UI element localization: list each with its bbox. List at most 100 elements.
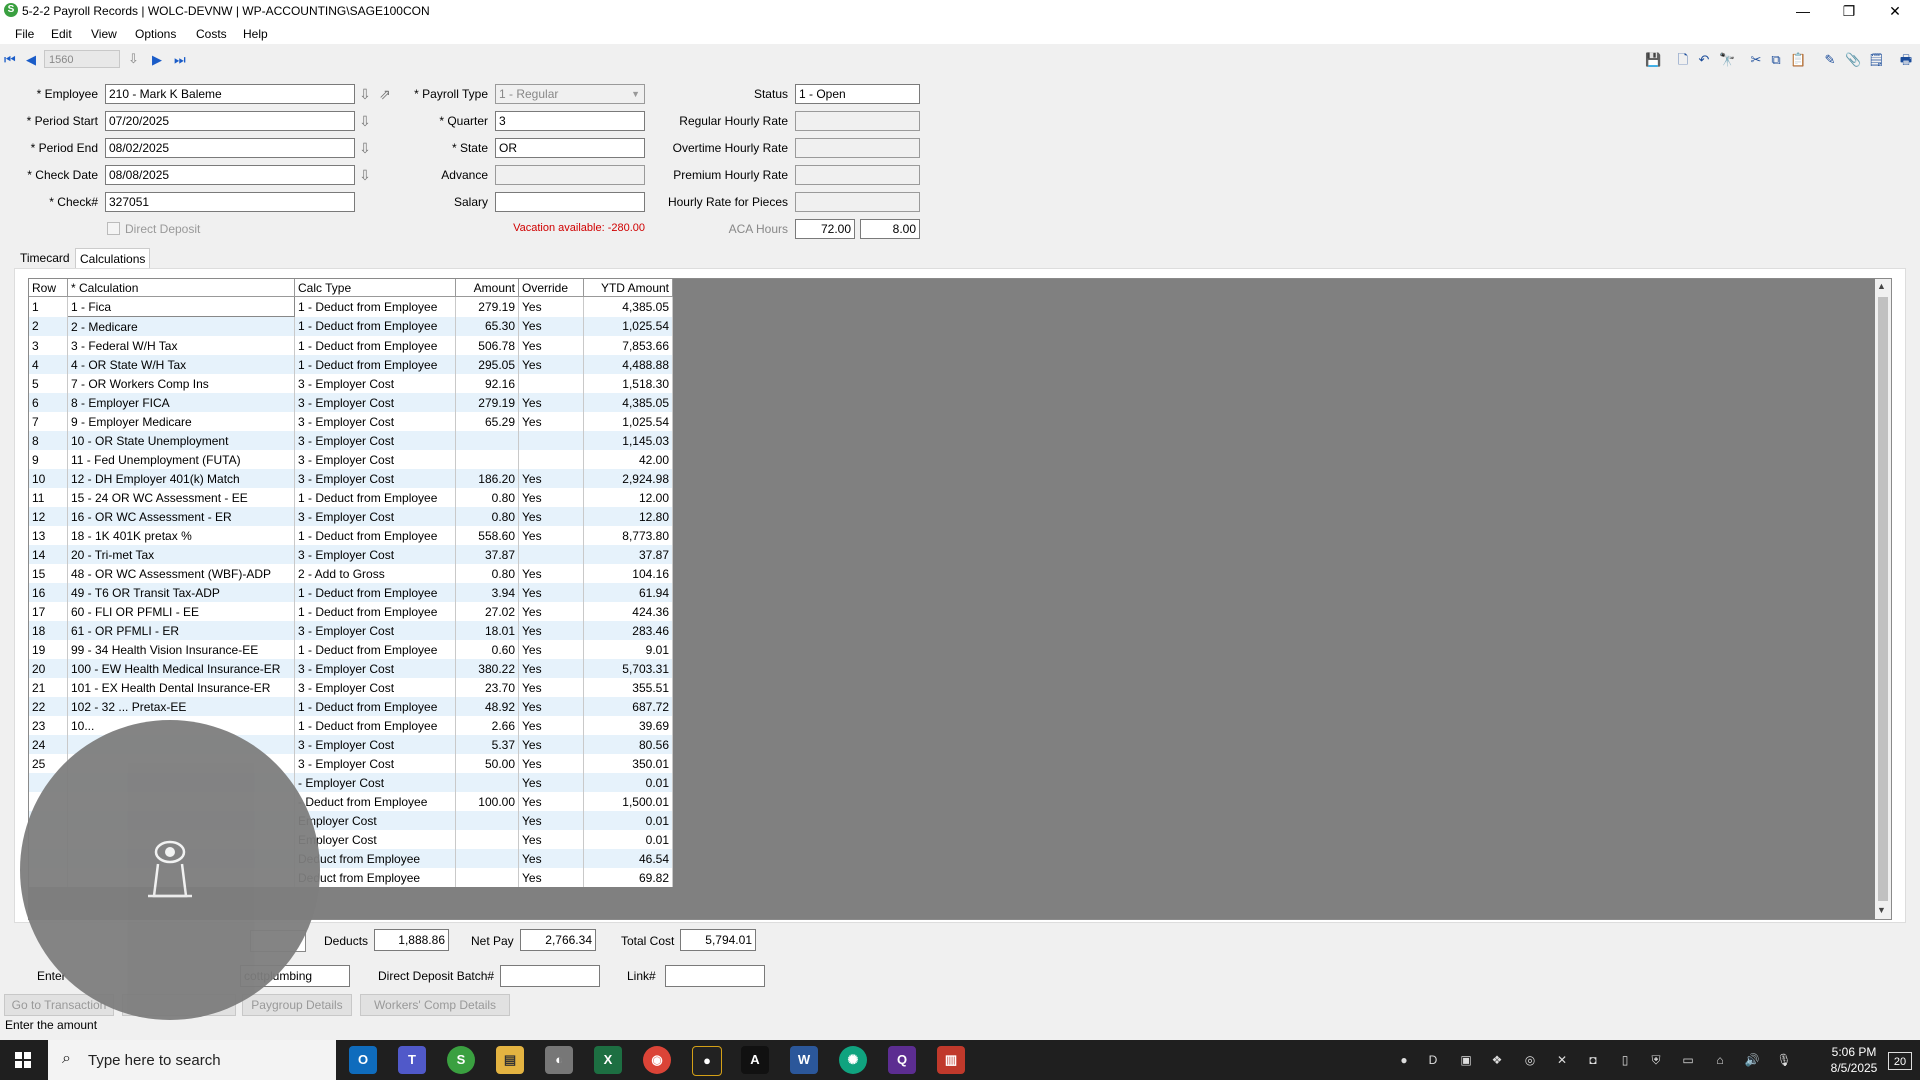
cell-override[interactable]: Yes — [518, 792, 584, 811]
app-icon-5[interactable]: ◐ — [545, 1046, 573, 1074]
cell-row[interactable]: 8 — [29, 431, 68, 450]
cell-row[interactable]: 2 — [29, 316, 68, 336]
cell-amount[interactable]: 295.05 — [455, 355, 519, 374]
cell-override[interactable]: Yes — [518, 412, 584, 431]
cell-ytd-amount[interactable]: 1,025.54 — [583, 412, 673, 431]
cell-calc-type[interactable]: 1 - Deduct from Employee — [294, 526, 456, 545]
cut-icon[interactable]: ✂ — [1748, 52, 1764, 68]
new-record-icon[interactable]: 🗋 — [1675, 52, 1691, 68]
cell-amount[interactable]: 50.00 — [455, 754, 519, 773]
cell-ytd-amount[interactable]: 39.69 — [583, 716, 673, 735]
cell-amount[interactable] — [455, 773, 519, 792]
app-icon-12[interactable]: Q — [888, 1046, 916, 1074]
cell-calculation[interactable]: 4 - OR State W/H Tax — [67, 355, 295, 374]
tab-timecard[interactable]: Timecard — [16, 248, 74, 269]
chrome-icon[interactable]: ◉ — [643, 1046, 671, 1074]
cell-calc-type[interactable]: 3 - Employer Cost — [294, 469, 456, 488]
tray-record-icon[interactable]: ◎ — [1522, 1052, 1538, 1068]
paste-icon[interactable]: 📋 — [1790, 52, 1806, 68]
cell-calc-type[interactable]: 1 - Deduct from Employee — [294, 697, 456, 716]
cell-amount[interactable] — [455, 830, 519, 849]
column-header-override[interactable]: Override — [518, 279, 584, 297]
cell-ytd-amount[interactable]: 687.72 — [583, 697, 673, 716]
cell-calculation[interactable]: 11 - Fed Unemployment (FUTA) — [67, 450, 295, 469]
cell-ytd-amount[interactable]: 5,703.31 — [583, 659, 673, 678]
table-row[interactable]: 10 12 - DH Employer 401(k) Match 3 - Emplo… — [29, 469, 673, 488]
cell-amount[interactable]: 0.80 — [455, 507, 519, 526]
cell-row[interactable]: 13 — [29, 526, 68, 545]
check-date-field[interactable]: 08/08/2025 — [105, 165, 355, 185]
cell-ytd-amount[interactable]: 2,924.98 — [583, 469, 673, 488]
cell-ytd-amount[interactable]: 424.36 — [583, 602, 673, 621]
cell-amount[interactable]: 27.02 — [455, 602, 519, 621]
cell-calc-type[interactable]: 3 - Employer Cost — [294, 621, 456, 640]
table-row[interactable]: 9 11 - Fed Unemployment (FUTA) 3 - Employe… — [29, 450, 673, 469]
table-row[interactable]: 17 60 - FLI OR PFMLI - EE 1 - Deduct from … — [29, 602, 673, 621]
restore-button[interactable]: ❐ — [1826, 0, 1872, 22]
cell-amount[interactable]: 18.01 — [455, 621, 519, 640]
menu-options[interactable]: Options — [135, 27, 176, 41]
cell-override[interactable]: Yes — [518, 526, 584, 545]
workers-comp-details-button[interactable]: Workers' Comp Details — [360, 994, 510, 1016]
cell-ytd-amount[interactable]: 61.94 — [583, 583, 673, 602]
cell-row[interactable]: 10 — [29, 469, 68, 488]
cell-row[interactable]: 19 — [29, 640, 68, 659]
cell-calc-type[interactable]: 2 - Add to Gross — [294, 564, 456, 583]
cell-calc-type[interactable]: 3 - Employer Cost — [294, 393, 456, 412]
cell-amount[interactable] — [455, 811, 519, 830]
cell-calculation[interactable]: 1 - Fica — [67, 296, 295, 317]
cell-row[interactable]: 15 — [29, 564, 68, 583]
jump-record-icon[interactable]: ⇩ — [128, 51, 139, 67]
last-record-icon[interactable]: ⏭ — [174, 52, 186, 68]
cell-amount[interactable]: 100.00 — [455, 792, 519, 811]
cell-calc-type[interactable]: 1 - Deduct from Employee — [294, 296, 456, 317]
menu-help[interactable]: Help — [243, 27, 268, 41]
aca-hours-field-2[interactable]: 8.00 — [860, 219, 920, 239]
volume-icon[interactable]: 🔊 — [1744, 1052, 1760, 1068]
paygroup-details-button[interactable]: Paygroup Details — [242, 994, 352, 1016]
cell-amount[interactable] — [455, 868, 519, 887]
lookup-arrow-icon[interactable]: ⇩ — [358, 113, 372, 129]
cell-calculation[interactable]: 10 - OR State Unemployment — [67, 431, 295, 450]
cell-calc-type[interactable]: 1 - Deduct from Employee — [294, 316, 456, 336]
cell-override[interactable]: Yes — [518, 716, 584, 735]
table-row[interactable]: 44 - OR State W/H Tax 1 - Deduct from Emp… — [29, 355, 673, 374]
salary-field[interactable] — [495, 192, 645, 212]
table-row[interactable]: 11 15 - 24 OR WC Assessment - EE 1 - Deduc… — [29, 488, 673, 507]
cell-calc-type[interactable]: Employer Cost — [294, 830, 456, 849]
cell-calculation[interactable]: 15 - 24 OR WC Assessment - EE — [67, 488, 295, 507]
cell-ytd-amount[interactable]: 350.01 — [583, 754, 673, 773]
tray-x-icon[interactable]: ✕ — [1554, 1052, 1570, 1068]
cell-calculation[interactable]: 8 - Employer FICA — [67, 393, 295, 412]
cell-calc-type[interactable]: 3 - Employer Cost — [294, 450, 456, 469]
employee-field[interactable]: 210 - Mark K Baleme — [105, 84, 355, 104]
acrobat-icon[interactable]: A — [741, 1046, 769, 1074]
edit-icon[interactable]: ✎ — [1822, 52, 1838, 68]
cell-calc-type[interactable]: - Deduct from Employee — [294, 792, 456, 811]
cell-amount[interactable]: 65.30 — [455, 316, 519, 336]
premium-rate-field[interactable] — [795, 165, 920, 185]
cell-calc-type[interactable]: 3 - Employer Cost — [294, 678, 456, 697]
chatgpt-icon[interactable]: ✺ — [839, 1046, 867, 1074]
cell-row[interactable]: 7 — [29, 412, 68, 431]
cell-override[interactable]: Yes — [518, 488, 584, 507]
cell-calculation[interactable]: 101 - EX Health Dental Insurance-ER — [67, 678, 295, 697]
cell-calc-type[interactable]: - Employer Cost — [294, 773, 456, 792]
cell-calc-type[interactable]: 1 - Deduct from Employee — [294, 488, 456, 507]
close-button[interactable]: ✕ — [1872, 0, 1918, 22]
cell-ytd-amount[interactable]: 1,500.01 — [583, 792, 673, 811]
print-icon[interactable]: 🖶 — [1898, 52, 1914, 68]
cell-ytd-amount[interactable]: 4,488.88 — [583, 355, 673, 374]
table-row[interactable]: 20 100 - EW Health Medical Insurance-ER 3 … — [29, 659, 673, 678]
taskbar-search[interactable]: ⌕ Type here to search — [48, 1040, 336, 1080]
deducts-field[interactable]: 1,888.86 — [374, 929, 449, 951]
cell-amount[interactable]: 48.92 — [455, 697, 519, 716]
direct-deposit-checkbox[interactable] — [107, 222, 120, 235]
cell-ytd-amount[interactable]: 80.56 — [583, 735, 673, 754]
cell-calculation[interactable]: 20 - Tri-met Tax — [67, 545, 295, 564]
camera-overlay[interactable] — [20, 720, 320, 1020]
cell-ytd-amount[interactable]: 283.46 — [583, 621, 673, 640]
cell-row[interactable]: 1 — [29, 296, 68, 317]
cell-override[interactable]: Yes — [518, 830, 584, 849]
table-row[interactable]: 57 - OR Workers Comp Ins 3 - Employer Cos… — [29, 374, 673, 393]
